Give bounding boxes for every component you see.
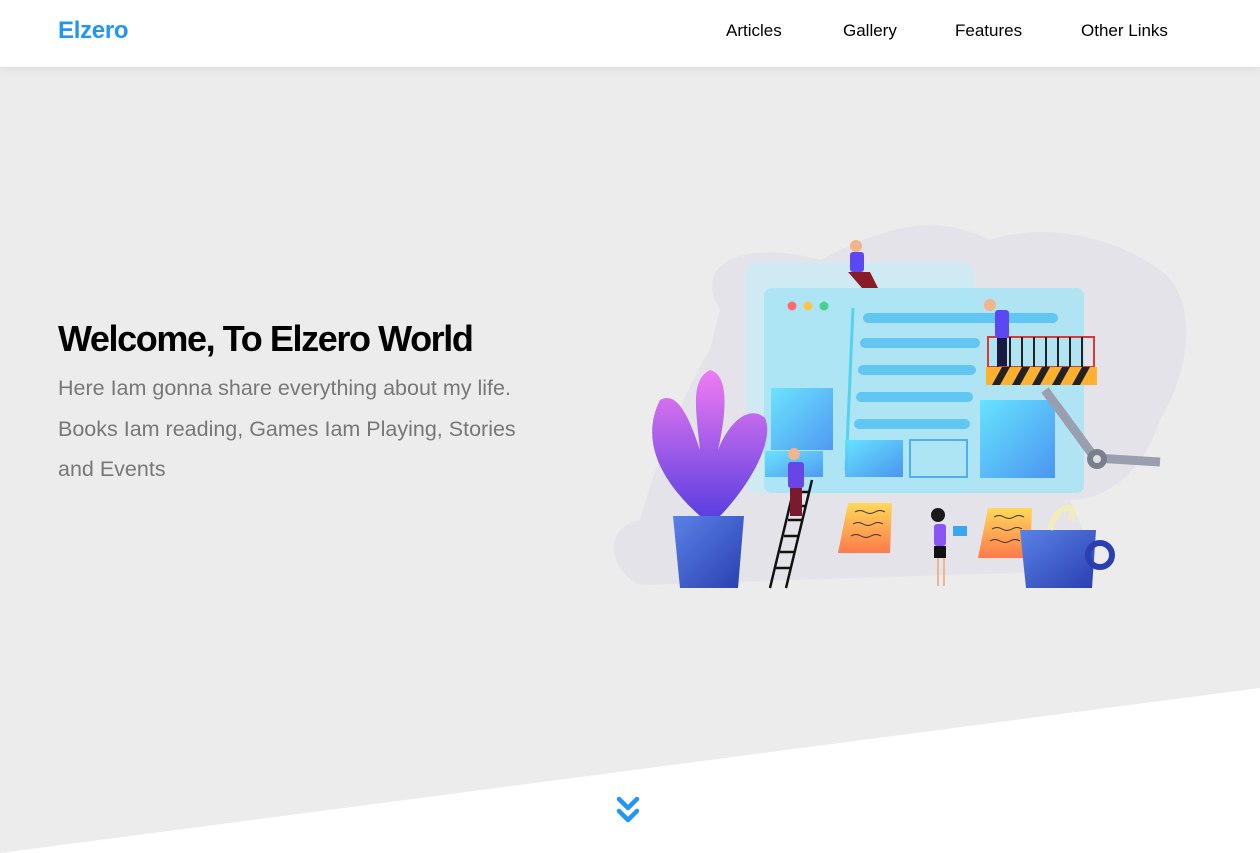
nav-link-articles[interactable]: Articles [726, 21, 782, 41]
landing-illustration [613, 225, 1187, 589]
header: Elzero Articles Gallery Features Other L… [0, 0, 1260, 67]
landing-title: Welcome, To Elzero World [58, 318, 474, 359]
landing-description: Here Iam gonna share everything about my… [58, 376, 516, 481]
nav-link-features[interactable]: Features [955, 21, 1022, 41]
nav-link-gallery[interactable]: Gallery [843, 21, 897, 41]
logo[interactable]: Elzero [58, 17, 129, 45]
double-chevron-down-icon[interactable] [616, 797, 640, 827]
nav-link-other-links[interactable]: Other Links [1081, 21, 1168, 41]
